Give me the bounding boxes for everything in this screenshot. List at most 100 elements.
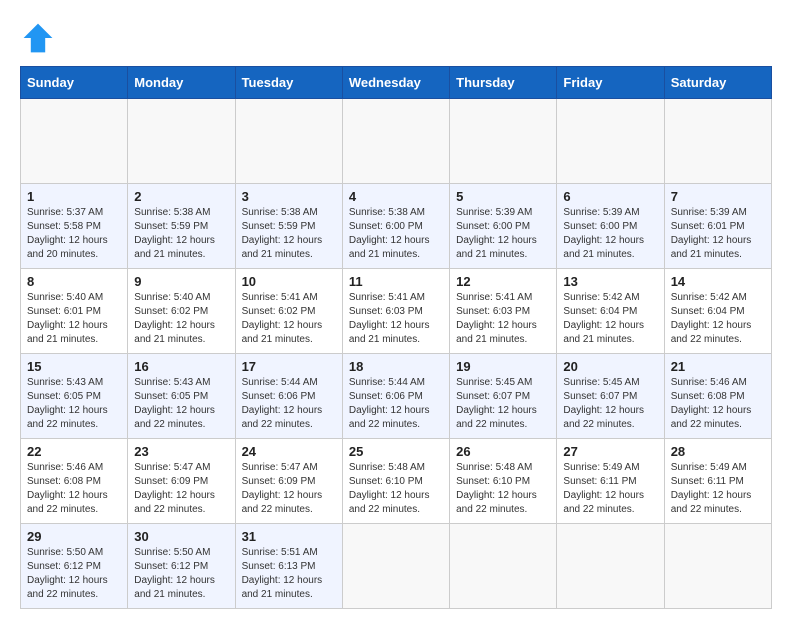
cell-content: Sunrise: 5:42 AM Sunset: 6:04 PM Dayligh… <box>563 291 657 347</box>
calendar-cell: 21 Sunrise: 5:46 AM Sunset: 6:08 PM Dayli… <box>664 354 771 439</box>
day-number: 10 <box>242 274 336 289</box>
calendar-cell <box>664 99 771 184</box>
calendar-cell <box>342 99 449 184</box>
cell-content: Sunrise: 5:39 AM Sunset: 6:00 PM Dayligh… <box>563 206 657 262</box>
cell-content: Sunrise: 5:48 AM Sunset: 6:10 PM Dayligh… <box>349 461 443 517</box>
page-header <box>20 20 772 56</box>
cell-content: Sunrise: 5:51 AM Sunset: 6:13 PM Dayligh… <box>242 546 336 602</box>
day-number: 21 <box>671 359 765 374</box>
calendar-cell <box>235 99 342 184</box>
day-number: 12 <box>456 274 550 289</box>
day-number: 24 <box>242 444 336 459</box>
cell-content: Sunrise: 5:49 AM Sunset: 6:11 PM Dayligh… <box>671 461 765 517</box>
header-sunday: Sunday <box>21 67 128 99</box>
day-number: 8 <box>27 274 121 289</box>
cell-content: Sunrise: 5:43 AM Sunset: 6:05 PM Dayligh… <box>27 376 121 432</box>
day-number: 27 <box>563 444 657 459</box>
calendar-cell <box>557 99 664 184</box>
cell-content: Sunrise: 5:39 AM Sunset: 6:00 PM Dayligh… <box>456 206 550 262</box>
calendar-cell <box>450 524 557 609</box>
header-friday: Friday <box>557 67 664 99</box>
logo <box>20 20 58 56</box>
day-number: 30 <box>134 529 228 544</box>
calendar-cell: 23 Sunrise: 5:47 AM Sunset: 6:09 PM Dayli… <box>128 439 235 524</box>
day-number: 19 <box>456 359 550 374</box>
day-number: 20 <box>563 359 657 374</box>
calendar-cell: 2Sunrise: 5:38 AM Sunset: 5:59 PM Daylig… <box>128 184 235 269</box>
calendar-week-3: 15Sunrise: 5:43 AM Sunset: 6:05 PM Dayli… <box>21 354 772 439</box>
cell-content: Sunrise: 5:42 AM Sunset: 6:04 PM Dayligh… <box>671 291 765 347</box>
calendar-cell <box>342 524 449 609</box>
cell-content: Sunrise: 5:46 AM Sunset: 6:08 PM Dayligh… <box>27 461 121 517</box>
cell-content: Sunrise: 5:47 AM Sunset: 6:09 PM Dayligh… <box>134 461 228 517</box>
calendar-week-0 <box>21 99 772 184</box>
cell-content: Sunrise: 5:40 AM Sunset: 6:02 PM Dayligh… <box>134 291 228 347</box>
cell-content: Sunrise: 5:38 AM Sunset: 6:00 PM Dayligh… <box>349 206 443 262</box>
header-tuesday: Tuesday <box>235 67 342 99</box>
day-number: 9 <box>134 274 228 289</box>
calendar-cell: 7Sunrise: 5:39 AM Sunset: 6:01 PM Daylig… <box>664 184 771 269</box>
cell-content: Sunrise: 5:43 AM Sunset: 6:05 PM Dayligh… <box>134 376 228 432</box>
calendar-cell: 25 Sunrise: 5:48 AM Sunset: 6:10 PM Dayli… <box>342 439 449 524</box>
calendar-cell: 26 Sunrise: 5:48 AM Sunset: 6:10 PM Dayli… <box>450 439 557 524</box>
calendar-cell: 6 Sunrise: 5:39 AM Sunset: 6:00 PM Daylig… <box>557 184 664 269</box>
day-number: 11 <box>349 274 443 289</box>
calendar-cell <box>664 524 771 609</box>
cell-content: Sunrise: 5:49 AM Sunset: 6:11 PM Dayligh… <box>563 461 657 517</box>
calendar-cell: 24Sunrise: 5:47 AM Sunset: 6:09 PM Dayli… <box>235 439 342 524</box>
calendar-cell <box>557 524 664 609</box>
day-number: 26 <box>456 444 550 459</box>
calendar-cell <box>450 99 557 184</box>
header-wednesday: Wednesday <box>342 67 449 99</box>
calendar-cell: 31Sunrise: 5:51 AM Sunset: 6:13 PM Dayli… <box>235 524 342 609</box>
cell-content: Sunrise: 5:48 AM Sunset: 6:10 PM Dayligh… <box>456 461 550 517</box>
day-number: 3 <box>242 189 336 204</box>
calendar-cell: 22Sunrise: 5:46 AM Sunset: 6:08 PM Dayli… <box>21 439 128 524</box>
cell-content: Sunrise: 5:45 AM Sunset: 6:07 PM Dayligh… <box>456 376 550 432</box>
day-number: 13 <box>563 274 657 289</box>
cell-content: Sunrise: 5:40 AM Sunset: 6:01 PM Dayligh… <box>27 291 121 347</box>
calendar-cell: 28 Sunrise: 5:49 AM Sunset: 6:11 PM Dayli… <box>664 439 771 524</box>
cell-content: Sunrise: 5:44 AM Sunset: 6:06 PM Dayligh… <box>349 376 443 432</box>
calendar-cell: 9 Sunrise: 5:40 AM Sunset: 6:02 PM Daylig… <box>128 269 235 354</box>
calendar-cell: 14 Sunrise: 5:42 AM Sunset: 6:04 PM Dayli… <box>664 269 771 354</box>
cell-content: Sunrise: 5:44 AM Sunset: 6:06 PM Dayligh… <box>242 376 336 432</box>
calendar-cell: 3Sunrise: 5:38 AM Sunset: 5:59 PM Daylig… <box>235 184 342 269</box>
calendar-cell: 15Sunrise: 5:43 AM Sunset: 6:05 PM Dayli… <box>21 354 128 439</box>
cell-content: Sunrise: 5:38 AM Sunset: 5:59 PM Dayligh… <box>134 206 228 262</box>
calendar-cell: 16 Sunrise: 5:43 AM Sunset: 6:05 PM Dayli… <box>128 354 235 439</box>
calendar-cell: 11Sunrise: 5:41 AM Sunset: 6:03 PM Dayli… <box>342 269 449 354</box>
header-saturday: Saturday <box>664 67 771 99</box>
calendar-cell: 19 Sunrise: 5:45 AM Sunset: 6:07 PM Dayli… <box>450 354 557 439</box>
day-number: 28 <box>671 444 765 459</box>
cell-content: Sunrise: 5:37 AM Sunset: 5:58 PM Dayligh… <box>27 206 121 262</box>
calendar-cell: 29Sunrise: 5:50 AM Sunset: 6:12 PM Dayli… <box>21 524 128 609</box>
calendar-week-2: 8 Sunrise: 5:40 AM Sunset: 6:01 PM Daylig… <box>21 269 772 354</box>
calendar-table: SundayMondayTuesdayWednesdayThursdayFrid… <box>20 66 772 609</box>
day-number: 25 <box>349 444 443 459</box>
calendar-week-5: 29Sunrise: 5:50 AM Sunset: 6:12 PM Dayli… <box>21 524 772 609</box>
day-number: 1 <box>27 189 121 204</box>
day-number: 23 <box>134 444 228 459</box>
day-number: 5 <box>456 189 550 204</box>
cell-content: Sunrise: 5:39 AM Sunset: 6:01 PM Dayligh… <box>671 206 765 262</box>
day-number: 17 <box>242 359 336 374</box>
calendar-cell: 12Sunrise: 5:41 AM Sunset: 6:03 PM Dayli… <box>450 269 557 354</box>
calendar-cell: 17 Sunrise: 5:44 AM Sunset: 6:06 PM Dayli… <box>235 354 342 439</box>
calendar-cell: 4 Sunrise: 5:38 AM Sunset: 6:00 PM Daylig… <box>342 184 449 269</box>
calendar-week-1: 1 Sunrise: 5:37 AM Sunset: 5:58 PM Daylig… <box>21 184 772 269</box>
cell-content: Sunrise: 5:46 AM Sunset: 6:08 PM Dayligh… <box>671 376 765 432</box>
day-number: 29 <box>27 529 121 544</box>
day-number: 6 <box>563 189 657 204</box>
day-number: 4 <box>349 189 443 204</box>
calendar-cell <box>21 99 128 184</box>
calendar-cell: 1 Sunrise: 5:37 AM Sunset: 5:58 PM Daylig… <box>21 184 128 269</box>
calendar-cell: 13 Sunrise: 5:42 AM Sunset: 6:04 PM Dayli… <box>557 269 664 354</box>
day-number: 16 <box>134 359 228 374</box>
day-number: 14 <box>671 274 765 289</box>
calendar-cell: 10Sunrise: 5:41 AM Sunset: 6:02 PM Dayli… <box>235 269 342 354</box>
calendar-cell: 5 Sunrise: 5:39 AM Sunset: 6:00 PM Daylig… <box>450 184 557 269</box>
calendar-header-row: SundayMondayTuesdayWednesdayThursdayFrid… <box>21 67 772 99</box>
calendar-cell: 20 Sunrise: 5:45 AM Sunset: 6:07 PM Dayli… <box>557 354 664 439</box>
cell-content: Sunrise: 5:45 AM Sunset: 6:07 PM Dayligh… <box>563 376 657 432</box>
